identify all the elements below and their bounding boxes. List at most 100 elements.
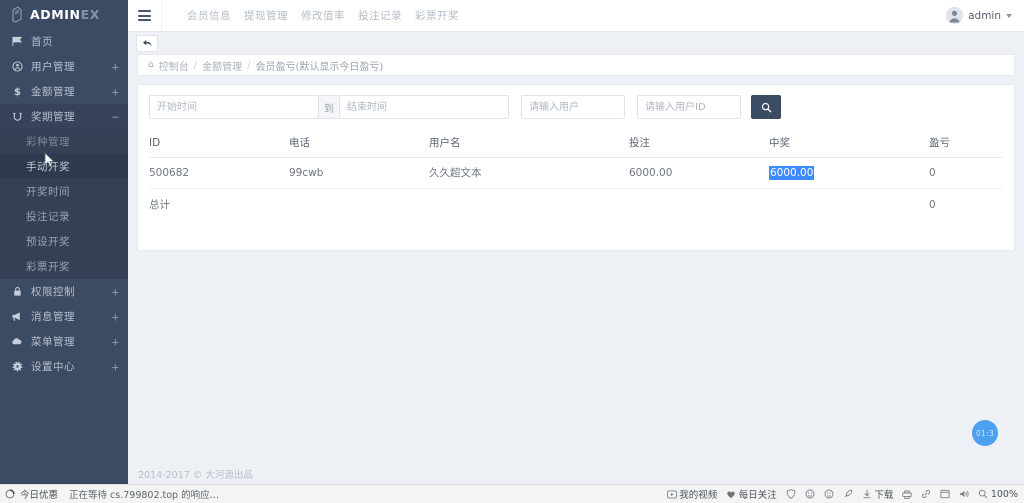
search-button[interactable] <box>751 95 781 119</box>
sidebar-item-user-management[interactable]: 用户管理 + <box>0 54 128 79</box>
submenu-item-label: 开奖时间 <box>26 186 70 198</box>
cell-id: 500682 <box>149 157 289 189</box>
submenu-item-manual-draw[interactable]: 手动开奖 <box>0 154 128 179</box>
status-label: 100% <box>990 488 1018 500</box>
back-button[interactable] <box>136 35 158 52</box>
hamburger-icon[interactable] <box>128 0 162 31</box>
sidebar-expand-indicator: + <box>111 334 119 349</box>
top-nav-member-info[interactable]: 会员信息 <box>187 8 231 23</box>
column-header-id: ID <box>149 130 289 158</box>
content-panel: 到 ID <box>137 84 1015 251</box>
top-nav-lottery-draw[interactable]: 彩票开奖 <box>415 8 459 23</box>
breadcrumb-item-current: 会员盈亏(默认显示今日盈亏) <box>255 61 384 73</box>
pen-logo-icon <box>10 6 25 23</box>
status-my-video[interactable]: 我的视频 <box>666 487 718 501</box>
total-bet-empty <box>629 189 769 221</box>
submenu-item-draw-time[interactable]: 开奖时间 <box>0 179 128 204</box>
user-menu[interactable]: admin <box>946 7 1012 24</box>
submenu-item-preset-draw[interactable]: 预设开奖 <box>0 229 128 254</box>
total-label: 总计 <box>149 199 170 211</box>
status-bar-left: 今日优惠 正在等待 cs.799802.top 的响应… <box>0 487 219 501</box>
start-date-input[interactable] <box>149 95 319 119</box>
face-icon <box>824 489 834 499</box>
sidebar-item-home[interactable]: 首页 <box>0 29 128 54</box>
smiley-icon <box>805 489 815 499</box>
status-rocket[interactable] <box>843 489 853 499</box>
top-nav-bet-records[interactable]: 投注记录 <box>358 8 402 23</box>
user-input[interactable] <box>521 95 625 119</box>
megaphone-icon <box>10 311 24 322</box>
window-icon <box>940 489 950 499</box>
circle-user-icon <box>10 61 24 72</box>
rocket-icon <box>843 489 853 499</box>
breadcrumb-item-console[interactable]: 控制台 <box>159 58 189 73</box>
table-row[interactable]: 500682 99cwb 久久超文本 6000.00 6000.00 0 <box>149 157 1003 189</box>
sidebar-expand-indicator: + <box>111 84 119 99</box>
user-name: admin <box>968 9 1001 22</box>
status-promo-link[interactable]: 今日优惠 <box>20 487 58 501</box>
sidebar-expand-indicator: + <box>111 59 119 74</box>
sidebar-item-message-management[interactable]: 消息管理 + <box>0 304 128 329</box>
home-icon: ⌂ <box>148 60 154 70</box>
submenu-item-lottery-type[interactable]: 彩种管理 <box>0 129 128 154</box>
status-face[interactable] <box>824 489 834 499</box>
table-header: ID 电话 用户名 投注 中奖 盈亏 <box>149 130 1003 158</box>
sidebar-logo[interactable]: ADMINEX <box>0 0 128 29</box>
status-label: 每日关注 <box>738 490 777 501</box>
breadcrumb-item-amount[interactable]: 金额管理 <box>202 58 242 73</box>
end-date-input[interactable] <box>339 95 509 119</box>
status-sound[interactable] <box>959 489 969 499</box>
sidebar-item-settings-center[interactable]: 设置中心 + <box>0 354 128 379</box>
page-footer: 2014-2017 © 大河源出品 <box>128 464 1024 484</box>
logo-text: ADMINEX <box>30 7 100 22</box>
status-link[interactable] <box>921 489 931 499</box>
sidebar-item-permission-control[interactable]: 权限控制 + <box>0 279 128 304</box>
avatar <box>946 7 964 24</box>
total-win-empty <box>769 189 929 221</box>
total-pl: 0 <box>929 198 936 211</box>
submenu-item-label: 彩种管理 <box>26 136 70 148</box>
sidebar-collapse-indicator: − <box>111 109 119 124</box>
status-printer[interactable] <box>902 489 913 499</box>
date-range-to-label: 到 <box>319 95 339 119</box>
column-header-name: 用户名 <box>429 130 629 158</box>
status-shield[interactable] <box>786 489 796 499</box>
countdown-timer-button[interactable]: 01:3 <box>972 420 998 446</box>
sidebar-item-label: 设置中心 <box>31 361 75 373</box>
user-id-input[interactable] <box>637 95 741 119</box>
loading-circle-icon <box>5 489 15 499</box>
status-zoom-level[interactable]: 100% <box>978 489 1018 500</box>
submenu-item-bet-records[interactable]: 投注记录 <box>0 204 128 229</box>
status-smiley[interactable] <box>805 489 815 499</box>
top-nav-modify-rate[interactable]: 修改值率 <box>301 8 345 23</box>
status-window[interactable] <box>940 489 950 499</box>
svg-text:$: $ <box>13 87 20 97</box>
total-name-empty <box>429 189 629 221</box>
video-icon <box>666 489 677 499</box>
top-header: 会员信息 提现管理 修改值率 投注记录 彩票开奖 admin <box>128 0 1024 32</box>
zoom-icon <box>978 489 988 499</box>
sound-icon <box>959 489 969 499</box>
status-daily-follow[interactable]: 每日关注 <box>726 487 777 501</box>
sidebar-expand-indicator: + <box>111 359 119 374</box>
chevron-down-icon <box>1006 13 1012 18</box>
submenu-item-ticket-draw[interactable]: 彩票开奖 <box>0 254 128 279</box>
status-loading-text: 正在等待 cs.799802.top 的响应… <box>69 490 220 501</box>
sidebar-item-menu-management[interactable]: 菜单管理 + <box>0 329 128 354</box>
heart-icon <box>726 490 736 499</box>
sidebar: ADMINEX 首页 用户管理 + $ 金额管理 + 奖期管理 − 彩种管理 手… <box>0 0 128 484</box>
search-icon <box>761 102 772 113</box>
status-label: 我的视频 <box>679 490 718 501</box>
cell-win[interactable]: 6000.00 <box>769 157 929 189</box>
column-header-pl: 盈亏 <box>929 130 1003 158</box>
logo-suffix: EX <box>80 7 100 22</box>
link-icon <box>921 489 931 499</box>
sidebar-item-amount-management[interactable]: $ 金额管理 + <box>0 79 128 104</box>
cell-bet: 6000.00 <box>629 157 769 189</box>
status-download[interactable]: 下载 <box>862 487 893 501</box>
top-nav-withdraw[interactable]: 提现管理 <box>244 8 288 23</box>
footer-text: 2014-2017 © 大河源出品 <box>138 470 253 481</box>
column-header-tel: 电话 <box>289 130 429 158</box>
sidebar-item-label: 首页 <box>31 36 53 48</box>
sidebar-item-lottery-management[interactable]: 奖期管理 − <box>0 104 128 129</box>
